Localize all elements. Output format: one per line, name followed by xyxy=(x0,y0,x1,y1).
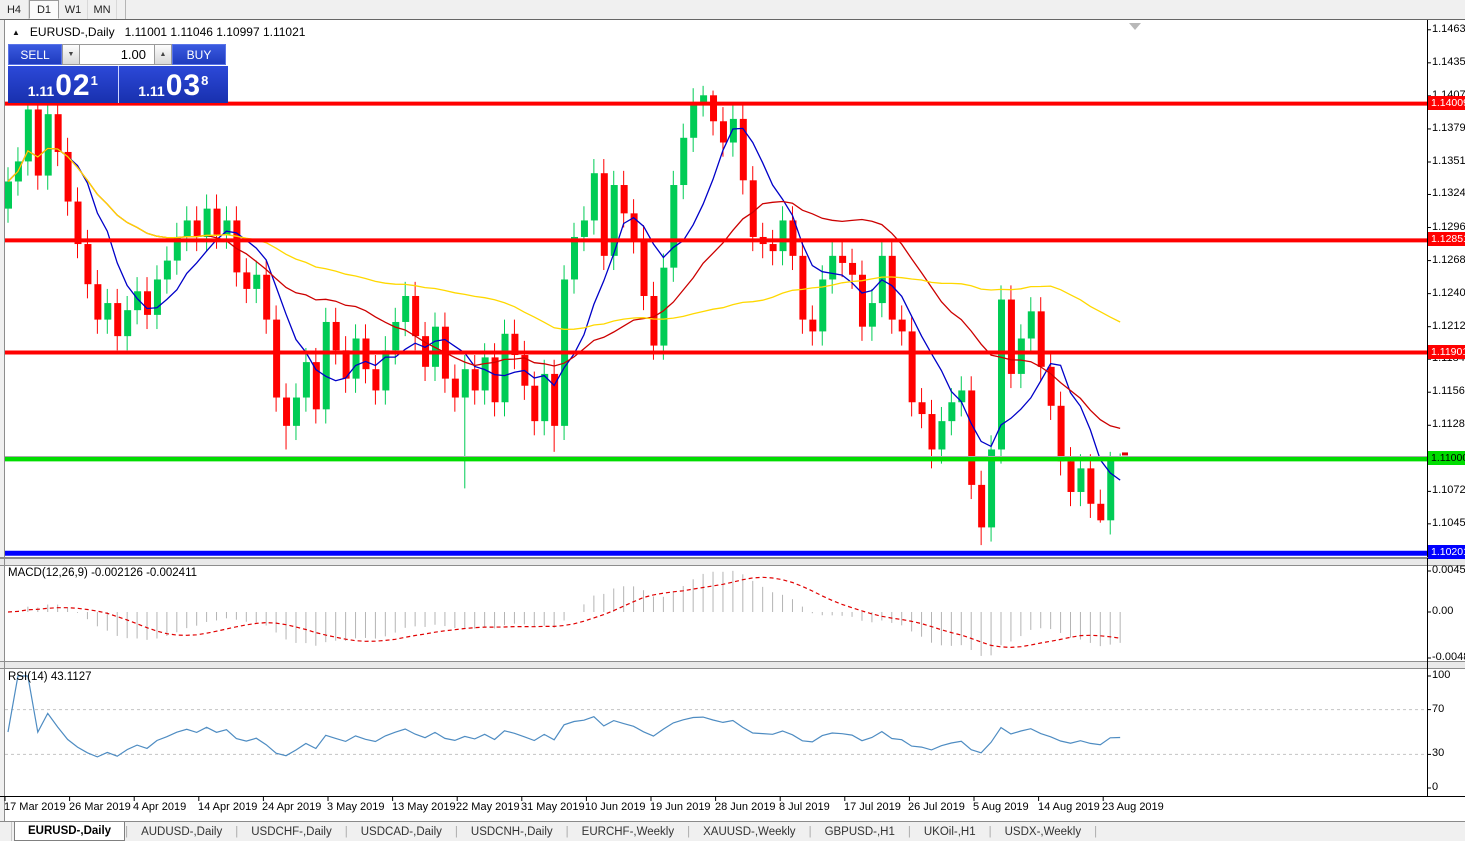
tab-ukoil-h1[interactable]: UKOil-,H1 xyxy=(911,822,989,841)
sell-price-pip: 1 xyxy=(90,73,98,88)
timeframe-button-H4[interactable]: H4 xyxy=(0,0,29,19)
rsi-label: RSI(14) 43.1127 xyxy=(8,671,92,683)
buy-price-button[interactable]: 1.11 03 8 xyxy=(118,66,228,103)
toolbar-separator xyxy=(125,0,126,19)
date-label-10: 19 Jun 2019 xyxy=(650,801,711,813)
date-label-14: 26 Jul 2019 xyxy=(908,801,965,813)
price-tick-1.13515: 1.13515 xyxy=(1432,155,1465,167)
chart-canvas[interactable] xyxy=(0,0,1465,840)
price-tick-1.11565: 1.11565 xyxy=(1432,385,1465,397)
date-label-7: 22 May 2019 xyxy=(456,801,520,813)
sell-price-main: 02 xyxy=(55,69,91,102)
date-label-15: 5 Aug 2019 xyxy=(973,801,1029,813)
tab-xauusd-weekly[interactable]: XAUUSD-,Weekly xyxy=(690,822,808,841)
sell-price-button[interactable]: 1.11 02 1 xyxy=(8,66,119,103)
timeframe-toolbar: H4 D1 W1 MN xyxy=(0,0,1465,20)
rsi-tick-3: 0 xyxy=(1432,781,1439,793)
price-tick-1.13795: 1.13795 xyxy=(1432,122,1465,134)
price-tick-1.10725: 1.10725 xyxy=(1432,484,1465,496)
rsi-tick-2: 30 xyxy=(1432,747,1445,759)
price-tick-1.12400: 1.12400 xyxy=(1432,287,1465,299)
macd-tick-2: -0.004806 xyxy=(1432,651,1465,663)
price-level-label-1.11901: 1.11901 xyxy=(1428,345,1465,359)
tab-eurchf-weekly[interactable]: EURCHF-,Weekly xyxy=(569,822,687,841)
macd-tick-1: 0.00 xyxy=(1432,605,1454,617)
chart-title: ▲ EURUSD-,Daily 1.11001 1.11046 1.10997 … xyxy=(12,25,305,39)
price-level-label-1.11000: 1.11000 xyxy=(1428,451,1465,465)
price-tick-1.14355: 1.14355 xyxy=(1432,56,1465,68)
sell-price-prefix: 1.11 xyxy=(27,83,55,99)
date-label-6: 13 May 2019 xyxy=(392,801,456,813)
price-level-label-1.10201: 1.10201 xyxy=(1428,545,1465,559)
date-label-17: 23 Aug 2019 xyxy=(1102,801,1164,813)
chart-tab-bar: EURUSD-,Daily | AUDUSD-,Daily | USDCHF-,Dail… xyxy=(0,821,1465,841)
price-tick-1.12680: 1.12680 xyxy=(1432,254,1465,266)
rsi-tick-0: 100 xyxy=(1432,669,1451,681)
price-level-label-1.14009: 1.14009 xyxy=(1428,96,1465,110)
volume-decrement-button[interactable]: ▼ xyxy=(62,44,80,65)
macd-tick-0: 0.004517 xyxy=(1432,564,1465,576)
price-tick-1.11285: 1.11285 xyxy=(1432,418,1465,430)
timeframe-button-D1[interactable]: D1 xyxy=(29,0,59,19)
date-label-11: 28 Jun 2019 xyxy=(715,801,776,813)
buy-price-pip: 8 xyxy=(201,73,209,88)
buy-price-prefix: 1.11 xyxy=(138,83,165,99)
volume-input[interactable] xyxy=(80,44,154,65)
timeframe-button-W1[interactable]: W1 xyxy=(59,0,88,19)
macd-label: MACD(12,26,9) -0.002126 -0.002411 xyxy=(8,567,198,579)
date-label-16: 14 Aug 2019 xyxy=(1038,801,1100,813)
date-label-9: 10 Jun 2019 xyxy=(585,801,646,813)
chart-ohlc-values: 1.11001 1.11046 1.10997 1.11021 xyxy=(124,25,306,39)
date-label-8: 31 May 2019 xyxy=(521,801,585,813)
tab-usdx-weekly[interactable]: USDX-,Weekly xyxy=(992,822,1094,841)
last-price-marker xyxy=(1122,452,1128,456)
date-label-5: 3 May 2019 xyxy=(327,801,385,813)
price-tick-1.13240: 1.13240 xyxy=(1432,187,1465,199)
price-tick-1.14635: 1.14635 xyxy=(1432,23,1465,35)
buy-button[interactable]: BUY xyxy=(172,44,226,65)
volume-increment-button[interactable]: ▲ xyxy=(154,44,172,65)
tab-eurusd-daily[interactable]: EURUSD-,Daily xyxy=(14,822,126,841)
tab-scroll-grip[interactable] xyxy=(0,822,12,841)
timeframe-button-MN[interactable]: MN xyxy=(88,0,117,19)
buy-price-main: 03 xyxy=(165,69,202,102)
date-label-2: 4 Apr 2019 xyxy=(133,801,187,813)
tab-separator: | xyxy=(1094,825,1098,838)
tab-gbpusd-h1[interactable]: GBPUSD-,H1 xyxy=(812,822,908,841)
date-label-12: 8 Jul 2019 xyxy=(779,801,830,813)
collapse-trade-panel-icon[interactable]: ▲ xyxy=(12,28,20,37)
date-label-4: 24 Apr 2019 xyxy=(262,801,322,813)
date-label-1: 26 Mar 2019 xyxy=(69,801,131,813)
tab-audusd-daily[interactable]: AUDUSD-,Daily xyxy=(128,822,235,841)
tab-usdchf-daily[interactable]: USDCHF-,Daily xyxy=(238,822,345,841)
one-click-trading-panel: SELL ▼ ▲ BUY 1.11 02 1 1.11 03 8 xyxy=(8,44,228,103)
mt4-window: H4 D1 W1 MN ▲ EURUSD-,Daily 1.11001 1.11046… xyxy=(0,0,1465,841)
price-level-label-1.12851: 1.12851 xyxy=(1428,232,1465,246)
price-tick-1.12120: 1.12120 xyxy=(1432,320,1465,332)
rsi-tick-1: 70 xyxy=(1432,703,1445,715)
date-label-0: 17 Mar 2019 xyxy=(4,801,66,813)
date-label-13: 17 Jul 2019 xyxy=(844,801,901,813)
chart-symbol-label: EURUSD-,Daily xyxy=(29,25,115,39)
tab-usdcnh-daily[interactable]: USDCNH-,Daily xyxy=(458,822,566,841)
tab-usdcad-daily[interactable]: USDCAD-,Daily xyxy=(348,822,455,841)
sell-button[interactable]: SELL xyxy=(8,44,62,65)
date-label-3: 14 Apr 2019 xyxy=(198,801,258,813)
price-tick-1.10450: 1.10450 xyxy=(1432,517,1465,529)
